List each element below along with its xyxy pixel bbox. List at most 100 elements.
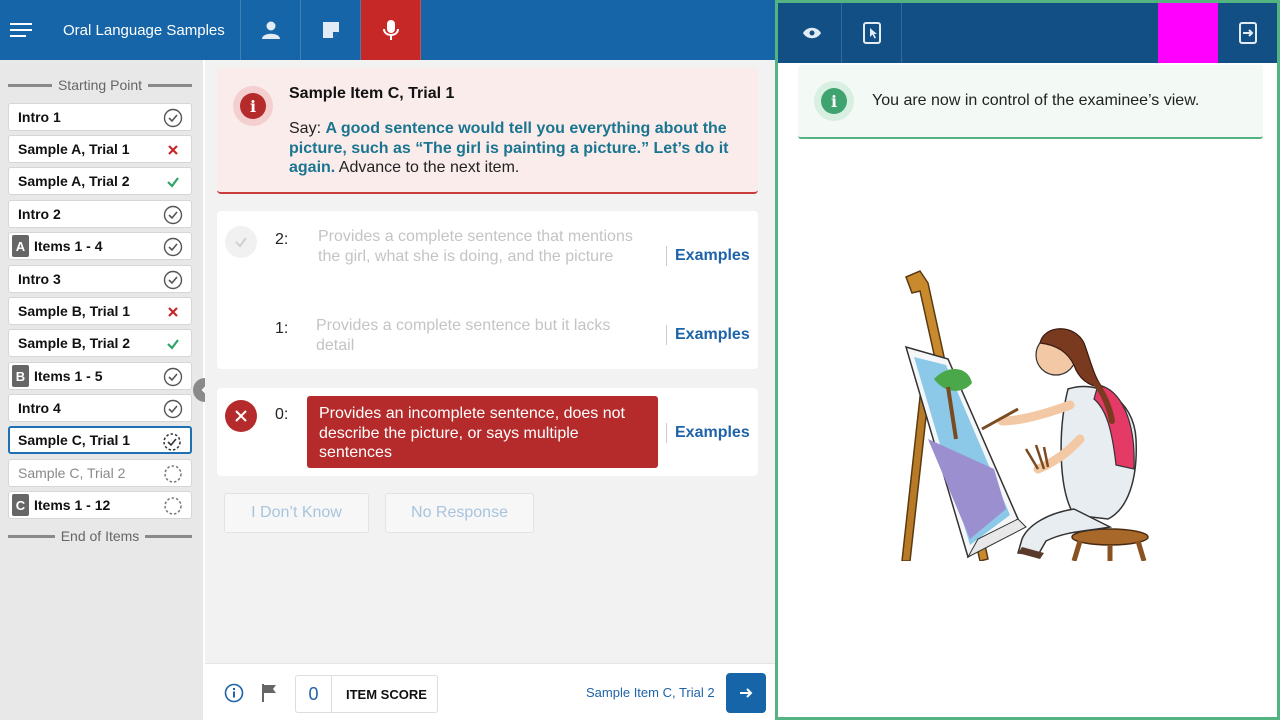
- item-sidebar: Starting Point Intro 1 Sample A, Trial 1…: [0, 60, 203, 720]
- microphone-icon: [382, 20, 399, 40]
- sidebar-item-sample-a-trial-1[interactable]: Sample A, Trial 1: [8, 135, 192, 163]
- no-response-button[interactable]: No Response: [385, 493, 534, 533]
- main-content: i Sample Item C, Trial 1 Say: A good sen…: [205, 60, 775, 663]
- sidebar-item-label: Sample B, Trial 2: [18, 335, 131, 351]
- sidebar-item-label: Sample C, Trial 1: [18, 432, 131, 448]
- x-mark-icon: [163, 140, 183, 160]
- menu-button[interactable]: [0, 0, 42, 60]
- end-of-items-label: End of Items: [60, 528, 140, 544]
- examinee-toolbar: [778, 3, 1277, 63]
- score-0-x-icon[interactable]: [225, 400, 257, 432]
- subtest-letter-badge: C: [12, 494, 29, 516]
- sidebar-item-label: Intro 3: [18, 271, 61, 287]
- x-mark-icon: [163, 302, 183, 322]
- sidebar-item-sample-c-trial-1[interactable]: Sample C, Trial 1: [8, 426, 192, 454]
- preview-button[interactable]: [782, 3, 842, 63]
- girl-painting-illustration: [901, 270, 1149, 561]
- sidebar-item-items-b[interactable]: B Items 1 - 5: [8, 362, 192, 390]
- item-score-box: 0 ITEM SCORE: [295, 675, 438, 713]
- check-circle-icon: [163, 270, 183, 290]
- score-1-label: 1:: [275, 320, 289, 337]
- checkmark-icon: [163, 334, 183, 354]
- sidebar-item-sample-a-trial-2[interactable]: Sample A, Trial 2: [8, 167, 192, 195]
- check-circle-icon: [163, 108, 183, 128]
- checkmark-icon: [163, 172, 183, 192]
- examinee-view-panel: i You are now in control of the examinee…: [775, 0, 1280, 720]
- sidebar-item-intro-3[interactable]: Intro 3: [8, 265, 192, 293]
- sidebar-item-label: Intro 1: [18, 109, 61, 125]
- pending-icon: [163, 496, 183, 516]
- examinee-button[interactable]: [241, 0, 301, 60]
- in-progress-icon: [162, 432, 182, 452]
- flag-button[interactable]: [258, 682, 280, 704]
- sidebar-item-intro-1[interactable]: Intro 1: [8, 103, 192, 131]
- page-title: Oral Language Samples: [42, 0, 241, 60]
- score-2-option[interactable]: Provides a complete sentence that mentio…: [318, 227, 648, 266]
- sidebar-item-items-a[interactable]: A Items 1 - 4: [8, 232, 192, 260]
- next-item-label: Sample Item C, Trial 2: [586, 685, 715, 700]
- hamburger-icon: [10, 23, 32, 37]
- dont-know-button[interactable]: I Don’t Know: [224, 493, 369, 533]
- sidebar-item-sample-c-trial-2[interactable]: Sample C, Trial 2: [8, 459, 192, 487]
- highlight-marker: [1158, 3, 1218, 63]
- item-score-label: ITEM SCORE: [346, 686, 427, 702]
- pending-icon: [163, 464, 183, 484]
- selected-score-card: 0: Provides an incomplete sentence, does…: [217, 388, 758, 476]
- tablet-control-button[interactable]: [842, 3, 902, 63]
- say-prefix: Say:: [289, 120, 326, 137]
- subtest-letter-badge: A: [12, 235, 29, 257]
- instruction-alert: i Sample Item C, Trial 1 Say: A good sen…: [217, 68, 758, 194]
- info-button[interactable]: [223, 682, 245, 704]
- sidebar-item-label: Items 1 - 4: [34, 238, 103, 254]
- end-of-items-divider: End of Items: [8, 527, 192, 545]
- bottom-bar: 0 ITEM SCORE Sample Item C, Trial 2: [205, 663, 775, 720]
- note-icon: [322, 22, 339, 38]
- control-alert-text: You are now in control of the examinee’s…: [872, 92, 1200, 109]
- score-2-examples-link[interactable]: Examples: [666, 246, 750, 266]
- sidebar-item-sample-b-trial-2[interactable]: Sample B, Trial 2: [8, 329, 192, 357]
- say-suffix: Advance to the next item.: [335, 159, 520, 176]
- exit-tablet-icon: [1239, 22, 1257, 44]
- sidebar-item-label: Intro 4: [18, 400, 61, 416]
- sidebar-item-label: Sample C, Trial 2: [18, 465, 126, 481]
- control-alert: i You are now in control of the examinee…: [798, 65, 1263, 139]
- info-icon: [224, 683, 244, 703]
- sidebar-item-label: Items 1 - 12: [34, 497, 111, 513]
- eye-icon: [802, 27, 821, 39]
- tablet-pointer-icon: [862, 22, 881, 44]
- check-circle-icon: [163, 399, 183, 419]
- check-circle-icon: [163, 237, 183, 257]
- sidebar-item-sample-b-trial-1[interactable]: Sample B, Trial 1: [8, 297, 192, 325]
- check-circle-icon: [163, 367, 183, 387]
- instruction-text: Say: A good sentence would tell you ever…: [289, 119, 749, 178]
- score-1-examples-link[interactable]: Examples: [666, 325, 750, 345]
- sidebar-item-intro-2[interactable]: Intro 2: [8, 200, 192, 228]
- notes-button[interactable]: [301, 0, 361, 60]
- app: Oral Language Samples Starting Point Int…: [0, 0, 1280, 720]
- sidebar-item-label: Sample B, Trial 1: [18, 303, 131, 319]
- item-score-value: 0: [296, 676, 332, 712]
- score-2-label: 2:: [275, 231, 289, 248]
- sidebar-item-items-c[interactable]: C Items 1 - 12: [8, 491, 192, 519]
- item-title: Sample Item C, Trial 1: [289, 85, 455, 102]
- sidebar-item-label: Intro 2: [18, 206, 61, 222]
- top-bar: Oral Language Samples: [0, 0, 775, 60]
- sidebar-item-label: Sample A, Trial 1: [18, 141, 130, 157]
- sidebar-item-intro-4[interactable]: Intro 4: [8, 394, 192, 422]
- subtest-letter-badge: B: [12, 365, 29, 387]
- score-0-option[interactable]: Provides an incomplete sentence, does no…: [307, 396, 658, 468]
- exit-examinee-view-button[interactable]: [1218, 3, 1278, 63]
- next-button[interactable]: [726, 673, 766, 713]
- record-button[interactable]: [361, 0, 421, 60]
- score-0-examples-link[interactable]: Examples: [666, 423, 750, 443]
- check-circle-icon: [163, 205, 183, 225]
- score-2-check-icon[interactable]: [225, 226, 257, 258]
- starting-point-divider: Starting Point: [8, 76, 192, 94]
- score-options-card: 2: Provides a complete sentence that men…: [217, 211, 758, 369]
- starting-point-label: Starting Point: [57, 77, 143, 93]
- sidebar-item-label: Sample A, Trial 2: [18, 173, 130, 189]
- info-alert-icon: i: [233, 86, 273, 126]
- sidebar-item-label: Items 1 - 5: [34, 368, 103, 384]
- score-1-option[interactable]: Provides a complete sentence but it lack…: [316, 316, 646, 355]
- score-0-label: 0:: [275, 406, 289, 423]
